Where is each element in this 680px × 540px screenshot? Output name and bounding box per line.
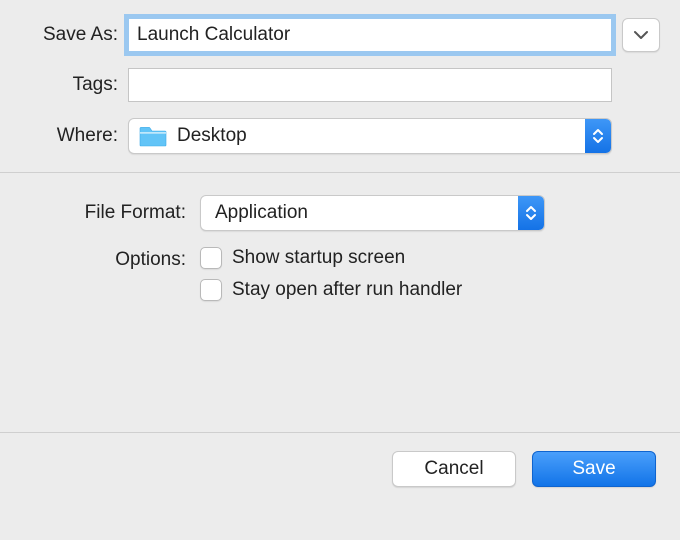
save-as-input[interactable]	[128, 18, 612, 52]
folder-icon	[139, 125, 167, 147]
where-select[interactable]: Desktop	[128, 118, 612, 154]
show-startup-label: Show startup screen	[232, 247, 405, 269]
where-label: Where:	[20, 125, 128, 147]
save-button[interactable]: Save	[532, 451, 656, 487]
where-value: Desktop	[177, 125, 247, 147]
chevron-down-icon	[633, 30, 649, 40]
updown-icon	[585, 119, 611, 153]
tags-label: Tags:	[20, 74, 128, 96]
file-format-select[interactable]: Application	[200, 195, 545, 231]
tags-input[interactable]	[128, 68, 612, 102]
file-format-value: Application	[215, 202, 308, 224]
show-startup-checkbox[interactable]	[200, 247, 222, 269]
options-label: Options:	[20, 247, 200, 271]
save-as-label: Save As:	[20, 24, 128, 46]
footer: Cancel Save	[0, 432, 680, 505]
file-format-label: File Format:	[20, 202, 200, 224]
expand-button[interactable]	[622, 18, 660, 52]
stay-open-checkbox[interactable]	[200, 279, 222, 301]
updown-icon	[518, 196, 544, 230]
stay-open-label: Stay open after run handler	[232, 279, 462, 301]
cancel-button[interactable]: Cancel	[392, 451, 516, 487]
